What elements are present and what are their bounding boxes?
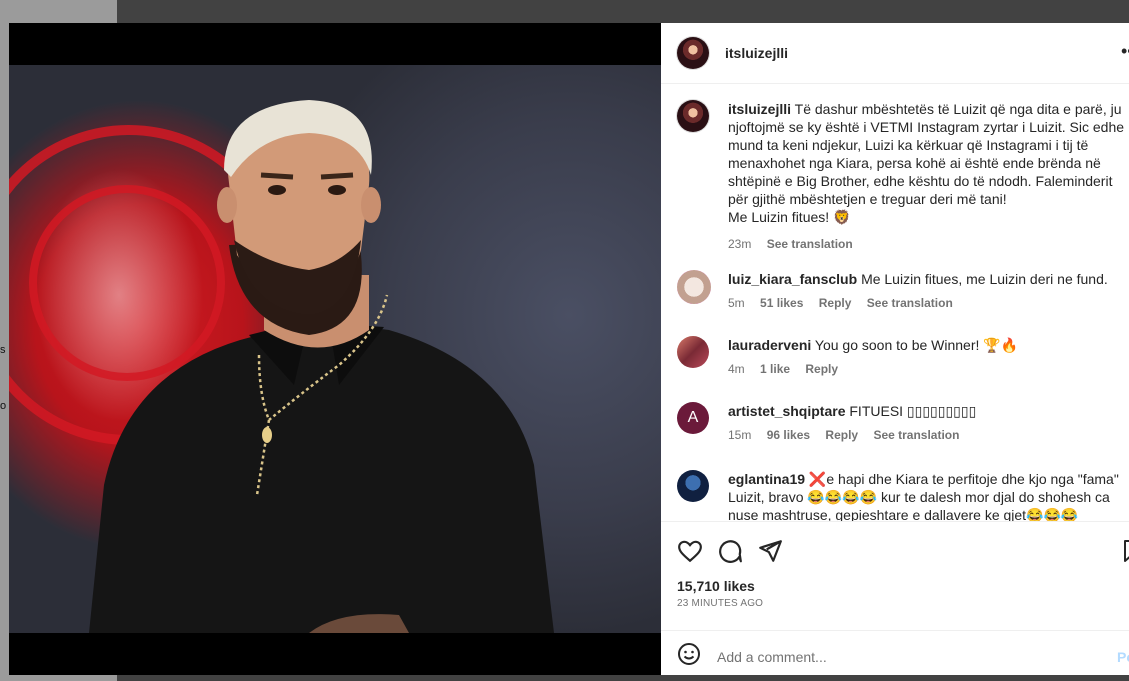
comment-time[interactable]: 4m	[728, 362, 745, 376]
comment-likes[interactable]: 51 likes	[760, 296, 803, 310]
author-avatar[interactable]	[677, 37, 709, 69]
post-comment-button[interactable]: Po	[1117, 649, 1129, 665]
comment-text: You go soon to be Winner! 🏆🔥	[814, 337, 1019, 353]
see-translation-link[interactable]: See translation	[767, 237, 853, 251]
post-header: itsluizejlli •••	[661, 23, 1129, 84]
see-translation-link[interactable]: See translation	[867, 296, 953, 310]
add-comment-bar: Add a comment... Po	[661, 630, 1129, 675]
see-translation-link[interactable]: See translation	[873, 428, 959, 442]
comment-text: Me Luizin fitues, me Luizin deri ne fund…	[861, 271, 1108, 287]
comments-list[interactable]: itsluizejlli Të dashur mbështetës të Lui…	[661, 84, 1129, 521]
person-illustration	[89, 100, 554, 633]
comment-time[interactable]: 5m	[728, 296, 745, 310]
caption-text-line2: Me Luizin fitues! 🦁	[728, 209, 851, 225]
comment-username[interactable]: lauraderveni	[728, 337, 811, 353]
comment-item: luiz_kiara_fansclub Me Luizin fitues, me…	[677, 270, 1117, 324]
comment-likes[interactable]: 96 likes	[767, 428, 810, 442]
save-icon[interactable]	[1121, 538, 1129, 564]
comment-item: lauraderveni You go soon to be Winner! 🏆…	[677, 336, 1117, 390]
commenter-avatar[interactable]	[677, 470, 709, 502]
comment-item: eglantina19 ❌e hapi dhe Kiara te perfito…	[677, 470, 1119, 521]
post-modal: itsluizejlli ••• itsluizejlli Të dashur …	[9, 23, 1129, 675]
post-sidebar: itsluizejlli ••• itsluizejlli Të dashur …	[661, 23, 1129, 675]
commenter-avatar[interactable]: A	[677, 402, 709, 434]
heart-icon[interactable]	[677, 538, 703, 564]
comment-likes[interactable]: 1 like	[760, 362, 790, 376]
reply-button[interactable]: Reply	[825, 428, 858, 442]
post-photo	[9, 65, 661, 633]
background-text-fragment: o	[0, 400, 7, 412]
comment-text: FITUESI ▯▯▯▯▯▯▯▯▯	[849, 403, 977, 419]
more-icon[interactable]: •••	[1121, 41, 1129, 62]
author-username[interactable]: itsluizejlli	[725, 45, 788, 61]
share-icon[interactable]	[757, 538, 783, 564]
comment-username[interactable]: eglantina19	[728, 471, 805, 487]
emoji-icon[interactable]	[677, 642, 701, 666]
commenter-avatar[interactable]	[677, 336, 709, 368]
post-media[interactable]	[9, 23, 661, 675]
add-comment-input[interactable]: Add a comment...	[717, 649, 827, 665]
caption-avatar[interactable]	[677, 100, 709, 132]
background-text-fragment: s	[0, 344, 6, 356]
comment-icon[interactable]	[717, 538, 743, 564]
comment-time[interactable]: 15m	[728, 428, 751, 442]
reply-button[interactable]: Reply	[805, 362, 838, 376]
reply-button[interactable]: Reply	[819, 296, 852, 310]
commenter-avatar[interactable]	[677, 270, 711, 304]
comment-item: A artistet_shqiptare FITUESI ▯▯▯▯▯▯▯▯▯ 1…	[677, 402, 1117, 456]
post-timestamp[interactable]: 23 MINUTES AGO	[677, 598, 763, 609]
post-actions: 15,710 likes 23 MINUTES AGO Add a commen…	[661, 521, 1129, 675]
comment-username[interactable]: artistet_shqiptare	[728, 403, 845, 419]
likes-count[interactable]: 15,710 likes	[677, 578, 755, 594]
caption-username[interactable]: itsluizejlli	[728, 101, 791, 117]
post-caption: itsluizejlli Të dashur mbështetës të Lui…	[677, 100, 1124, 260]
caption-time[interactable]: 23m	[728, 237, 751, 251]
comment-username[interactable]: luiz_kiara_fansclub	[728, 271, 857, 287]
